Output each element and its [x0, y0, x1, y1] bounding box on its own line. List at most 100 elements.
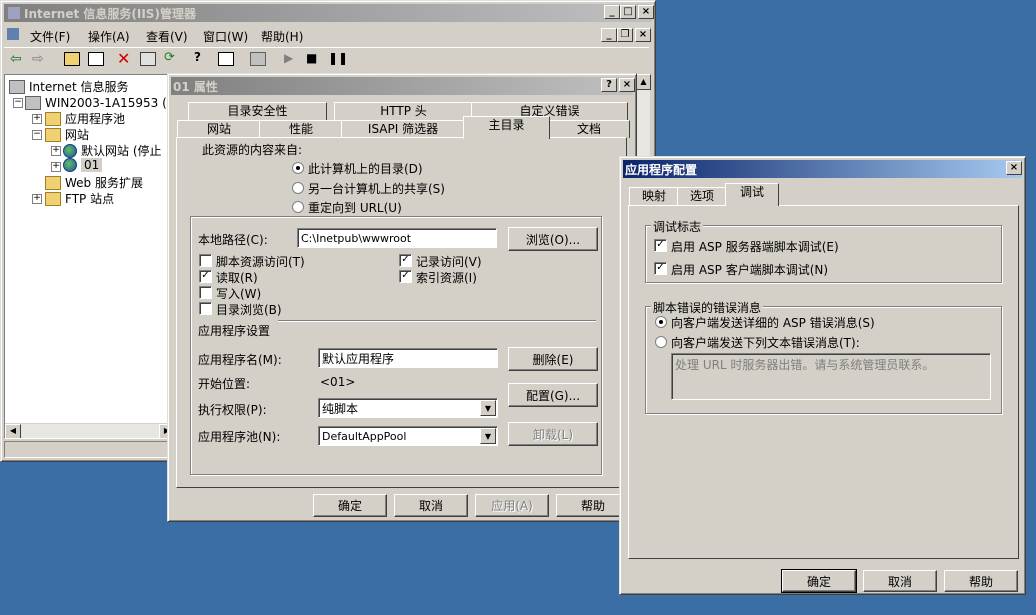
pause-icon[interactable]: ❚❚ — [328, 51, 348, 65]
tab-website[interactable]: 网站 — [177, 120, 261, 138]
mdi-minimize-button[interactable]: _ — [601, 28, 617, 42]
chk-write[interactable] — [199, 286, 212, 299]
radio-network-share-label[interactable]: 另一台计算机上的共享(S) — [308, 180, 445, 197]
app-config-cancel-button[interactable]: 取消 — [863, 570, 937, 592]
tab-performance[interactable]: 性能 — [259, 120, 343, 138]
menu-window[interactable]: 窗口(W) — [203, 28, 248, 45]
mdi-restore-button[interactable]: ❐ — [617, 28, 633, 42]
tree-ftp[interactable]: FTP 站点 — [45, 190, 114, 207]
radio-network-share[interactable] — [292, 182, 304, 194]
configure-button[interactable]: 配置(G)... — [508, 383, 598, 407]
menu-help[interactable]: 帮助(H) — [261, 28, 303, 45]
chk-read-label[interactable]: 读取(R) — [216, 269, 258, 286]
collapse-websites-icon[interactable]: − — [32, 130, 42, 140]
menu-file[interactable]: 文件(F) — [30, 28, 70, 45]
app-config-title-bar[interactable]: 应用程序配置 — [623, 160, 1022, 178]
error-text-input[interactable]: 处理 URL 时服务器出错。请与系统管理员联系。 — [671, 353, 991, 400]
tree-site01[interactable]: 01 — [63, 158, 103, 172]
tab-options[interactable]: 选项 — [677, 187, 727, 205]
minimize-button[interactable]: _ — [604, 5, 620, 19]
chk-read[interactable]: ✓ — [199, 270, 212, 283]
cancel-button[interactable]: 取消 — [394, 494, 468, 517]
radio-detailed-errors-label[interactable]: 向客户端发送详细的 ASP 错误消息(S) — [671, 314, 875, 331]
chk-server-debugging-label[interactable]: 启用 ASP 服务器端脚本调试(E) — [671, 238, 839, 255]
chk-log-visits-label[interactable]: 记录访问(V) — [416, 253, 482, 270]
chevron-down-icon[interactable]: ▼ — [480, 428, 496, 444]
export-icon[interactable] — [218, 52, 234, 66]
app-name-input[interactable]: 默认应用程序 — [318, 348, 498, 368]
stop-icon[interactable]: ■ — [306, 51, 317, 65]
tree-webext[interactable]: Web 服务扩展 — [45, 174, 143, 191]
properties-close-button[interactable]: × — [619, 78, 635, 92]
chk-script-source-access-label[interactable]: 脚本资源访问(T) — [216, 253, 305, 270]
expand-apppool-icon[interactable]: + — [32, 114, 42, 124]
tab-debugging[interactable]: 调试 — [725, 183, 779, 206]
tree-websites[interactable]: 网站 — [45, 126, 89, 143]
unload-button[interactable]: 卸载(L) — [508, 422, 598, 446]
expand-ftp-icon[interactable]: + — [32, 194, 42, 204]
properties-help-button[interactable]: ? — [601, 78, 617, 92]
radio-detailed-errors[interactable] — [655, 316, 667, 328]
tree-apppool[interactable]: 应用程序池 — [45, 110, 125, 127]
tab-directory-security[interactable]: 目录安全性 — [188, 102, 327, 120]
chk-directory-browsing-label[interactable]: 目录浏览(B) — [216, 301, 282, 318]
chk-log-visits[interactable]: ✓ — [399, 254, 412, 267]
chevron-down-icon[interactable]: ▼ — [480, 400, 496, 416]
expand-site01-icon[interactable]: + — [51, 162, 61, 172]
radio-text-error-label[interactable]: 向客户端发送下列文本错误消息(T): — [671, 334, 860, 351]
browse-button[interactable]: 浏览(O)... — [508, 227, 598, 251]
horizontal-scrollbar[interactable]: ◀ ▶ — [5, 423, 175, 438]
radio-text-error[interactable] — [655, 336, 667, 348]
app-config-help-button[interactable]: 帮助 — [944, 570, 1018, 592]
ok-button[interactable]: 确定 — [313, 494, 387, 517]
local-path-input[interactable]: C:\Inetpub\wwwroot — [297, 228, 497, 248]
radio-local-directory-label[interactable]: 此计算机上的目录(D) — [308, 160, 423, 177]
chk-script-source-access[interactable] — [199, 254, 212, 267]
scroll-left-icon[interactable]: ◀ — [5, 424, 21, 438]
radio-local-directory[interactable] — [292, 162, 304, 174]
tree-default-site[interactable]: 默认网站 (停止 — [63, 142, 162, 159]
refresh-icon[interactable]: ⟳ — [164, 50, 175, 65]
mdi-close-button[interactable]: × — [635, 28, 651, 42]
tab-isapi-filters[interactable]: ISAPI 筛选器 — [341, 120, 465, 138]
menu-view[interactable]: 查看(V) — [146, 28, 188, 45]
tab-documents[interactable]: 文档 — [548, 120, 630, 138]
remove-button[interactable]: 删除(E) — [508, 347, 598, 371]
tab-http-headers[interactable]: HTTP 头 — [334, 102, 473, 120]
play-icon[interactable]: ▶ — [284, 51, 293, 65]
chk-index-resource[interactable]: ✓ — [399, 270, 412, 283]
back-icon[interactable]: ⇦ — [10, 51, 22, 67]
apply-button[interactable]: 应用(A) — [475, 494, 549, 517]
collapse-server-icon[interactable]: − — [13, 98, 23, 108]
tab-mappings[interactable]: 映射 — [629, 187, 679, 205]
radio-redirect-url[interactable] — [292, 201, 304, 213]
computer-icon[interactable] — [250, 52, 266, 66]
tree-server[interactable]: WIN2003-1A15953 (本地 — [25, 94, 175, 111]
show-tree-icon[interactable] — [88, 52, 104, 66]
iis-title-bar[interactable]: Internet 信息服务(IIS)管理器 — [4, 4, 652, 22]
maximize-button[interactable]: □ — [620, 5, 636, 19]
execute-permissions-select[interactable]: 纯脚本 ▼ — [318, 398, 498, 418]
chk-directory-browsing[interactable] — [199, 302, 212, 315]
properties-icon[interactable] — [140, 52, 156, 66]
menu-action[interactable]: 操作(A) — [88, 28, 130, 45]
chk-server-debugging[interactable]: ✓ — [654, 239, 667, 252]
delete-icon[interactable]: ✕ — [117, 49, 130, 68]
app-config-ok-button[interactable]: 确定 — [781, 569, 857, 593]
chk-index-resource-label[interactable]: 索引资源(I) — [416, 269, 477, 286]
expand-default-site-icon[interactable]: + — [51, 146, 61, 156]
radio-redirect-url-label[interactable]: 重定向到 URL(U) — [308, 199, 402, 216]
chk-write-label[interactable]: 写入(W) — [216, 285, 261, 302]
properties-title-bar[interactable]: 01 属性 — [171, 77, 633, 95]
scroll-up-icon[interactable]: ▲ — [636, 74, 651, 90]
chk-client-debugging-label[interactable]: 启用 ASP 客户端脚本调试(N) — [671, 261, 828, 278]
app-config-close-button[interactable]: × — [1006, 161, 1022, 175]
up-folder-icon[interactable] — [64, 52, 80, 66]
tree-root[interactable]: Internet 信息服务 — [9, 78, 128, 95]
forward-icon[interactable]: ⇨ — [32, 51, 44, 67]
app-pool-select[interactable]: DefaultAppPool ▼ — [318, 426, 498, 446]
tab-home-directory[interactable]: 主目录 — [463, 116, 550, 139]
chk-client-debugging[interactable]: ✓ — [654, 262, 667, 275]
close-button[interactable]: × — [638, 5, 654, 19]
help-icon[interactable]: ? — [194, 50, 201, 64]
